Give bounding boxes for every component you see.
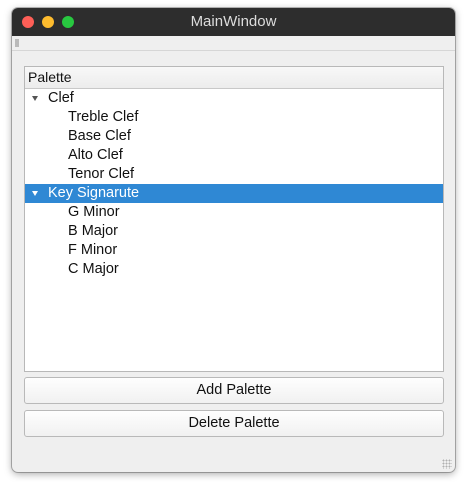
toolbar-grip-icon[interactable] [15, 39, 19, 47]
tree-item-label: B Major [68, 223, 118, 239]
tree-item-row[interactable]: C Major [25, 260, 443, 279]
tree-item-label: Base Clef [68, 128, 131, 144]
tree-item-row[interactable]: F Minor [25, 241, 443, 260]
tree-group-label: Key Signarute [48, 185, 140, 201]
tree-item-row[interactable]: G Minor [25, 203, 443, 222]
tree-item-label: G Minor [68, 204, 120, 220]
expanded-arrow-icon[interactable] [32, 96, 38, 101]
resize-grip-icon[interactable] [442, 459, 452, 469]
add-palette-button[interactable]: Add Palette [24, 377, 444, 404]
tree-item-row[interactable]: Tenor Clef [25, 165, 443, 184]
tree-item-label: C Major [68, 261, 119, 277]
tree-group-row[interactable]: Key Signarute [25, 184, 443, 203]
title-bar[interactable]: MainWindow [12, 8, 455, 36]
palette-tree[interactable]: Palette Clef Treble Clef Base Clef Alto Cle… [24, 66, 444, 372]
tree-item-label: Treble Clef [68, 109, 139, 125]
delete-palette-button[interactable]: Delete Palette [24, 410, 444, 437]
tree-item-label: Alto Clef [68, 147, 123, 163]
tree-body: Clef Treble Clef Base Clef Alto Clef Tenor C… [25, 89, 443, 279]
tree-item-label: F Minor [68, 242, 118, 258]
expanded-arrow-icon[interactable] [32, 191, 38, 196]
tree-item-row[interactable]: Treble Clef [25, 108, 443, 127]
window-title: MainWindow [190, 13, 277, 30]
tree-item-row[interactable]: Base Clef [25, 127, 443, 146]
tree-group-label: Clef [48, 90, 74, 106]
tree-header[interactable]: Palette [25, 67, 443, 89]
tree-item-row[interactable]: Alto Clef [25, 146, 443, 165]
tree-item-label: Tenor Clef [68, 166, 135, 182]
tree-item-row[interactable]: B Major [25, 222, 443, 241]
toolbar [12, 36, 455, 51]
tree-group-row[interactable]: Clef [25, 89, 443, 108]
main-window: MainWindow Palette Clef Treble Clef Base C… [12, 8, 455, 472]
